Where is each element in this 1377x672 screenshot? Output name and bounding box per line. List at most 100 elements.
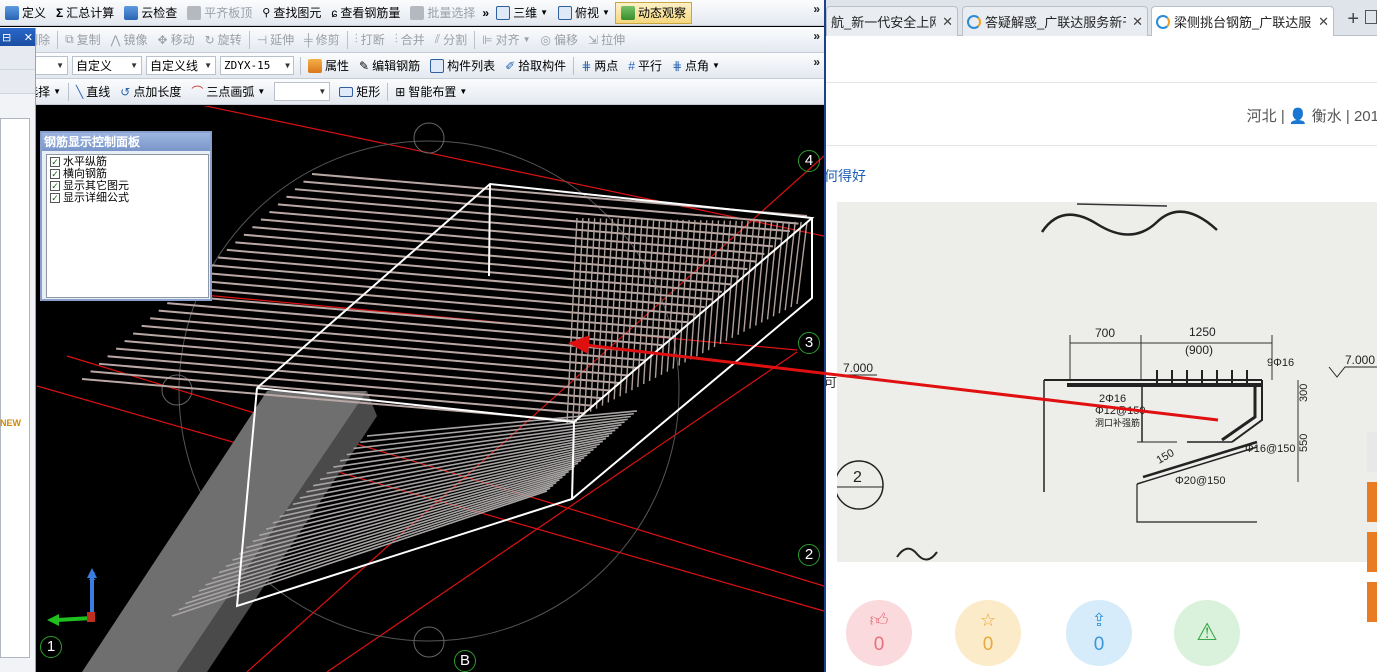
properties-button[interactable]: 属性 bbox=[303, 55, 354, 77]
view-3d-button[interactable]: 三维 ▼ bbox=[491, 2, 553, 24]
toolbar-more-icon[interactable]: » bbox=[813, 29, 820, 43]
category-select[interactable]: 自定义 ▼ bbox=[72, 56, 142, 75]
report-button[interactable]: ⚠ bbox=[1174, 600, 1240, 666]
type-select[interactable]: 自定义线 ▼ bbox=[146, 56, 216, 75]
close-tab-icon[interactable]: ✕ bbox=[1318, 14, 1329, 30]
break-button[interactable]: ⫶ 打断 bbox=[350, 29, 390, 51]
browser-tab-2[interactable]: 答疑解惑_广联达服务新干 ✕ bbox=[962, 6, 1148, 36]
move-button[interactable]: ✥ 移动 bbox=[153, 29, 200, 51]
checkbox[interactable]: ✓ bbox=[50, 193, 60, 203]
rotate-button[interactable]: ↻ 旋转 bbox=[200, 29, 247, 51]
panel-options: ✓ 水平纵筋 ✓ 横向钢筋 ✓ 显示其它图元 ✓ 显示详细公式 bbox=[46, 154, 209, 298]
option-transverse-rebar[interactable]: ✓ 横向钢筋 bbox=[50, 168, 205, 180]
axis-label-1[interactable]: 1 bbox=[40, 636, 62, 658]
rotate-icon: ↻ bbox=[204, 32, 215, 47]
smart-layout-button[interactable]: ⊞ 智能布置 ▼ bbox=[390, 81, 472, 103]
mirror-button[interactable]: ⋀ 镜像 bbox=[106, 29, 153, 51]
parallel-button[interactable]: # 平行 bbox=[623, 55, 667, 77]
close-icon[interactable]: ✕ bbox=[24, 31, 33, 44]
toolbar1-overflow[interactable]: » bbox=[480, 2, 491, 24]
dock-row[interactable] bbox=[0, 46, 35, 70]
dock-row[interactable] bbox=[0, 70, 35, 94]
extend-button[interactable]: ⊣ 延伸 bbox=[252, 29, 299, 51]
vertical-rebar bbox=[796, 221, 808, 305]
side-widget-orange-1[interactable] bbox=[1367, 482, 1377, 522]
like-count: 0 bbox=[873, 634, 885, 655]
view-rebar-button[interactable]: ɕ 查看钢筋量 bbox=[326, 2, 405, 24]
question-photo[interactable]: 700 1250 (900) 9Φ16 7.000 7.000 2Φ16 Φ12… bbox=[837, 202, 1377, 562]
side-widget-gray[interactable] bbox=[1367, 432, 1377, 472]
share-button[interactable]: ⇪ 0 bbox=[1066, 600, 1132, 666]
dock-header: ⊟ ✕ bbox=[0, 28, 35, 46]
label-12-150: Φ12@150 bbox=[1095, 405, 1146, 417]
favorite-button[interactable]: ☆ 0 bbox=[955, 600, 1021, 666]
two-points-button[interactable]: ⋕ 两点 bbox=[576, 55, 623, 77]
element-tree[interactable] bbox=[0, 118, 30, 658]
offset-button[interactable]: ◎ 偏移 bbox=[536, 29, 584, 51]
copy-button[interactable]: ⧉ 复制 bbox=[60, 29, 106, 51]
coordinate-triad: Z bbox=[47, 568, 97, 626]
flush-slab-button[interactable]: 平齐板顶 bbox=[182, 2, 257, 24]
axis-label-2[interactable]: 2 bbox=[798, 544, 820, 566]
batch-select-button[interactable]: 批量选择 bbox=[405, 2, 480, 24]
browser-tab-1[interactable]: 航_新一代安全上网导 ✕ bbox=[826, 6, 958, 36]
sum-calc-button[interactable]: Σ 汇总计算 bbox=[51, 2, 119, 24]
user-location[interactable]: 河北 | 👤 衡水 | 201 bbox=[1247, 105, 1377, 126]
label-16-150: Φ16@150 bbox=[1245, 443, 1296, 455]
line-button[interactable]: ╲ 直线 bbox=[71, 81, 115, 103]
point-angle-button[interactable]: ⋕ 点角 ▼ bbox=[667, 55, 725, 77]
close-tab-icon[interactable]: ✕ bbox=[1132, 14, 1143, 30]
hole-note: 洞口补强筋 bbox=[1095, 417, 1140, 428]
chevron-down-icon: ▼ bbox=[318, 87, 327, 96]
pin-icon[interactable]: ⊟ bbox=[2, 31, 11, 44]
define-button[interactable]: 定义 bbox=[0, 2, 51, 24]
element-select[interactable]: ZDYX-15 ▼ bbox=[220, 56, 294, 75]
axis-label-4[interactable]: 4 bbox=[798, 150, 820, 172]
checkbox[interactable]: ✓ bbox=[50, 181, 60, 191]
chevron-down-icon: ▼ bbox=[522, 35, 531, 44]
find-element-button[interactable]: ⚲ 查找图元 bbox=[257, 2, 326, 24]
toolbar-more-icon[interactable]: » bbox=[813, 2, 820, 16]
browser-tab-3-active[interactable]: 梁侧挑台钢筋_广联达服务 ✕ bbox=[1151, 6, 1334, 36]
option-horizontal-rebar[interactable]: ✓ 水平纵筋 bbox=[50, 156, 205, 168]
align-button[interactable]: ⊫ 对齐 ▼ bbox=[477, 29, 535, 51]
split-button[interactable]: ⫽ 分割 bbox=[430, 29, 472, 51]
side-widget-orange-3[interactable] bbox=[1367, 582, 1377, 622]
toolbar-more-icon[interactable]: » bbox=[813, 55, 820, 69]
element-toolbar: 首层▼ 自定义▼ 自定义线▼ ZDYX-15▼ 属性 ✎编辑钢筋 构件列表 ✐拾… bbox=[0, 53, 824, 79]
stretch-button[interactable]: ⇲ 拉伸 bbox=[583, 29, 630, 51]
shape-select[interactable]: ▼ bbox=[274, 82, 331, 101]
chevron-down-icon: ▼ bbox=[130, 61, 138, 70]
separator bbox=[346, 30, 348, 49]
axis-label-b[interactable]: B bbox=[454, 650, 476, 672]
close-tab-icon[interactable]: ✕ bbox=[942, 14, 953, 30]
chevron-down-icon: ▼ bbox=[285, 61, 290, 70]
arc-button[interactable]: ⌒ 三点画弧 ▼ bbox=[186, 81, 270, 103]
tab-list-icon[interactable] bbox=[1365, 10, 1377, 24]
axis-label-3[interactable]: 3 bbox=[798, 332, 820, 354]
dynamic-view-button[interactable]: 动态观察 bbox=[614, 1, 692, 24]
merge-button[interactable]: ⫶ 合并 bbox=[390, 29, 430, 51]
question-text-fragment[interactable]: 何得好 bbox=[826, 166, 866, 186]
rectangle-button[interactable]: 矩形 bbox=[334, 81, 385, 103]
pick-element-button[interactable]: ✐ 拾取构件 bbox=[500, 55, 571, 77]
extend-icon: ⊣ bbox=[256, 32, 268, 47]
like-button[interactable]: 👍︎ 0 bbox=[846, 600, 912, 666]
new-tab-button[interactable]: + bbox=[1347, 8, 1359, 31]
checkbox[interactable]: ✓ bbox=[50, 157, 60, 167]
element-list-button[interactable]: 构件列表 bbox=[425, 55, 500, 77]
option-show-formula[interactable]: ✓ 显示详细公式 bbox=[50, 192, 205, 204]
trim-button[interactable]: ╪ 修剪 bbox=[299, 29, 345, 51]
top-rebar bbox=[133, 332, 629, 377]
checkbox[interactable]: ✓ bbox=[50, 169, 60, 179]
separator bbox=[387, 82, 389, 101]
panel-title[interactable]: 钢筋显示控制面板 bbox=[42, 133, 210, 151]
top-view-button[interactable]: 俯视 ▼ bbox=[553, 2, 615, 24]
top-rebar bbox=[294, 188, 791, 233]
side-widget-orange-2[interactable] bbox=[1367, 532, 1377, 572]
section-drawing: 700 1250 (900) 9Φ16 7.000 7.000 2Φ16 Φ12… bbox=[837, 203, 1377, 561]
cloud-check-button[interactable]: 云检查 bbox=[119, 2, 182, 24]
edit-rebar-button[interactable]: ✎ 编辑钢筋 bbox=[354, 55, 425, 77]
option-show-other-elements[interactable]: ✓ 显示其它图元 bbox=[50, 180, 205, 192]
point-length-button[interactable]: ↺ 点加长度 bbox=[115, 81, 186, 103]
